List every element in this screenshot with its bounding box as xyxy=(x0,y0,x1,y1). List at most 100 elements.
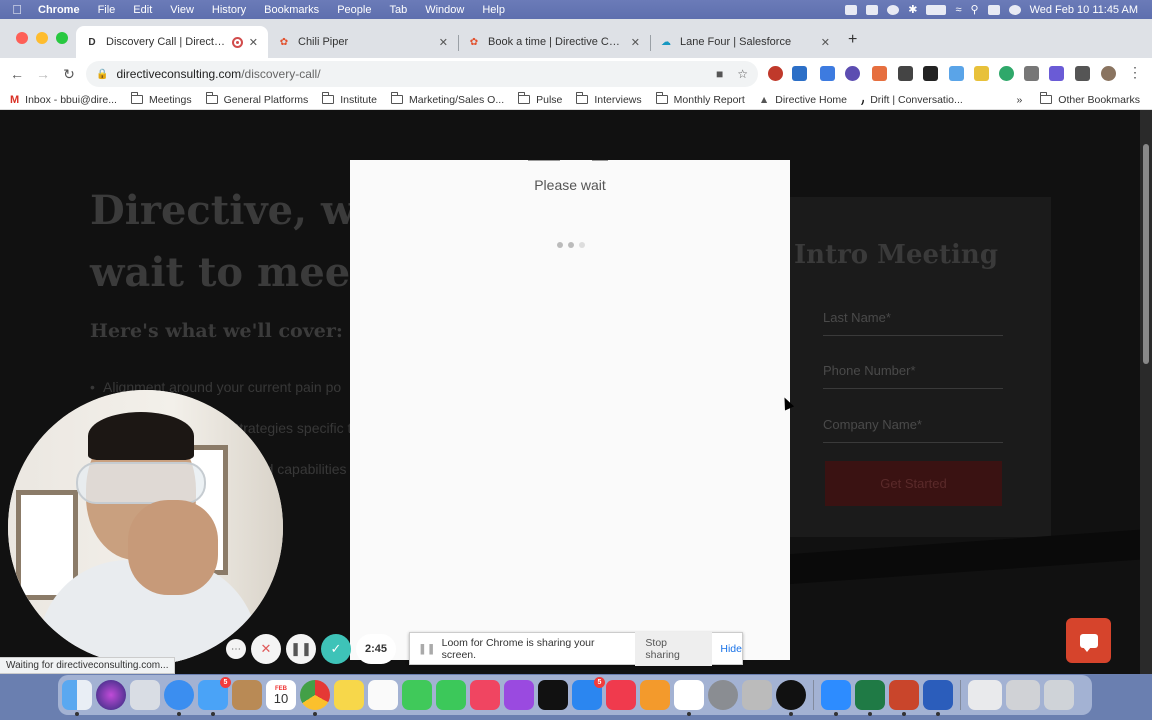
extension-icon[interactable] xyxy=(974,66,989,81)
address-url[interactable]: directiveconsulting.com/discovery-call/ xyxy=(116,67,320,81)
menu-help[interactable]: Help xyxy=(473,4,514,16)
safari-icon[interactable] xyxy=(164,680,194,716)
minimized-window-thumbnail[interactable] xyxy=(968,680,1002,710)
extension-icon[interactable] xyxy=(820,66,835,81)
bookmark-folder-meetings[interactable]: Meetings xyxy=(130,92,192,106)
trash-icon[interactable] xyxy=(1044,680,1074,710)
extension-icon[interactable] xyxy=(768,66,783,81)
app-store-icon[interactable]: 5 xyxy=(572,677,605,710)
bookmark-folder-interviews[interactable]: Interviews xyxy=(576,92,642,106)
wifi-icon[interactable]: ≈ xyxy=(955,4,961,16)
company-name-field[interactable]: Company Name* xyxy=(823,417,1003,443)
new-tab-plus-icon[interactable]: + xyxy=(848,31,857,49)
chrome-menu-icon[interactable]: ⋮ xyxy=(1122,64,1148,81)
books-icon[interactable] xyxy=(640,680,670,710)
system-preferences-icon[interactable] xyxy=(708,680,738,710)
launchpad-icon[interactable] xyxy=(130,680,160,710)
reminders-icon[interactable] xyxy=(368,680,398,710)
loom-cancel-recording-icon[interactable]: ✕ xyxy=(251,634,281,664)
get-started-button[interactable]: Get Started xyxy=(825,461,1002,506)
menu-app-name[interactable]: Chrome xyxy=(34,4,89,16)
phone-number-field[interactable]: Phone Number* xyxy=(823,363,1003,389)
tab-close-icon[interactable]: ✕ xyxy=(631,36,640,49)
bookmark-folder-monthly-report[interactable]: Monthly Report xyxy=(655,92,745,106)
address-bar[interactable]: 🔒 directiveconsulting.com/discovery-call… xyxy=(86,61,758,87)
loom-finish-recording-icon[interactable]: ✓ xyxy=(321,634,351,664)
menu-window[interactable]: Window xyxy=(416,4,473,16)
tab-close-icon[interactable]: ✕ xyxy=(439,36,448,49)
contacts-icon[interactable] xyxy=(232,680,262,710)
battery-icon[interactable] xyxy=(926,4,947,15)
window-minimize-button[interactable] xyxy=(36,32,48,44)
window-close-button[interactable] xyxy=(16,32,28,44)
extension-icon[interactable] xyxy=(1024,66,1039,81)
powerpoint-icon[interactable] xyxy=(889,680,919,716)
spotlight-search-icon[interactable]: ⚲ xyxy=(971,3,979,16)
hide-notification-button[interactable]: Hide xyxy=(720,643,742,655)
grammarly-extension-icon[interactable] xyxy=(999,66,1014,81)
audio-status-icon[interactable] xyxy=(866,4,879,15)
bookmark-gmail-inbox[interactable]: M Inbox - bbui@dire... xyxy=(10,94,117,106)
drift-icon[interactable] xyxy=(776,680,806,716)
menu-history[interactable]: History xyxy=(203,4,255,16)
facetime-icon[interactable] xyxy=(436,680,466,710)
bookmark-folder-general-platforms[interactable]: General Platforms xyxy=(205,92,308,106)
drag-handle-icon[interactable]: ❚❚ xyxy=(418,643,436,655)
menu-edit[interactable]: Edit xyxy=(124,4,161,16)
chili-piper-extension-icon[interactable] xyxy=(872,66,887,81)
window-maximize-button[interactable] xyxy=(56,32,68,44)
loom-more-options-icon[interactable]: ⋯ xyxy=(226,639,246,659)
extension-icon[interactable] xyxy=(1049,66,1064,81)
extensions-puzzle-icon[interactable] xyxy=(1075,66,1090,81)
notes-icon[interactable] xyxy=(334,680,364,710)
last-name-field[interactable]: Last Name* xyxy=(823,310,1003,336)
podcasts-icon[interactable] xyxy=(504,680,534,710)
bookmark-folder-marketing-sales[interactable]: Marketing/Sales O... xyxy=(390,92,504,106)
menu-file[interactable]: File xyxy=(89,4,125,16)
extension-icon[interactable] xyxy=(898,66,913,81)
tab-close-icon[interactable]: ✕ xyxy=(821,36,830,49)
back-arrow-icon[interactable]: ← xyxy=(4,66,30,82)
finder-icon[interactable] xyxy=(62,680,92,716)
google-chrome-icon[interactable] xyxy=(300,680,330,716)
menu-tab[interactable]: Tab xyxy=(380,4,416,16)
forward-arrow-icon[interactable]: → xyxy=(30,66,56,82)
bookmark-directive-home[interactable]: ▲ Directive Home xyxy=(759,94,847,106)
extension-redirect-icon[interactable] xyxy=(792,66,807,81)
menu-view[interactable]: View xyxy=(161,4,203,16)
bookmark-drift[interactable]: ⹜ Drift | Conversatio... xyxy=(861,93,963,107)
bookmark-other-bookmarks[interactable]: Other Bookmarks xyxy=(1040,92,1140,106)
camera-in-use-icon[interactable]: ■ xyxy=(716,67,723,81)
tab-book-a-time[interactable]: ✿ Book a time | Directive Consulting ✕ xyxy=(458,26,650,58)
tab-discovery-call[interactable]: D Discovery Call | Directive ✕ xyxy=(76,26,268,58)
menu-people[interactable]: People xyxy=(328,4,380,16)
messages-icon[interactable] xyxy=(402,680,432,710)
news-icon[interactable] xyxy=(606,680,636,710)
extension-icon[interactable] xyxy=(923,66,938,81)
minimized-window-thumbnail[interactable] xyxy=(1006,680,1040,710)
menubar-clock[interactable]: Wed Feb 10 11:45 AM xyxy=(1030,4,1138,16)
bookmarks-overflow-chevron-icon[interactable]: » xyxy=(1016,94,1022,106)
preview-icon[interactable] xyxy=(742,680,772,710)
do-not-disturb-icon[interactable] xyxy=(887,4,900,15)
music-icon[interactable] xyxy=(470,680,500,710)
reload-icon[interactable]: ↻ xyxy=(56,66,82,83)
siri-icon[interactable] xyxy=(1008,4,1021,15)
scrollbar-thumb[interactable] xyxy=(1143,144,1149,364)
word-icon[interactable] xyxy=(923,680,953,716)
extension-icon[interactable] xyxy=(845,66,860,81)
apple-menu-icon[interactable]:  xyxy=(0,2,34,17)
bookmark-folder-institute[interactable]: Institute xyxy=(322,92,377,106)
zoom-icon[interactable] xyxy=(821,680,851,716)
tab-close-icon[interactable]: ✕ xyxy=(249,36,258,49)
loom-camera-bubble[interactable] xyxy=(8,390,283,665)
page-scrollbar[interactable] xyxy=(1140,110,1152,674)
profile-avatar[interactable] xyxy=(1101,66,1116,81)
calendar-icon[interactable]: FEB 10 xyxy=(266,680,296,710)
extension-icon[interactable] xyxy=(949,66,964,81)
apple-tv-icon[interactable] xyxy=(538,680,568,710)
loom-status-icon[interactable] xyxy=(845,4,858,15)
menu-bookmarks[interactable]: Bookmarks xyxy=(255,4,328,16)
lock-icon[interactable]: 🔒 xyxy=(96,69,108,80)
bookmark-star-icon[interactable]: ☆ xyxy=(737,67,748,81)
